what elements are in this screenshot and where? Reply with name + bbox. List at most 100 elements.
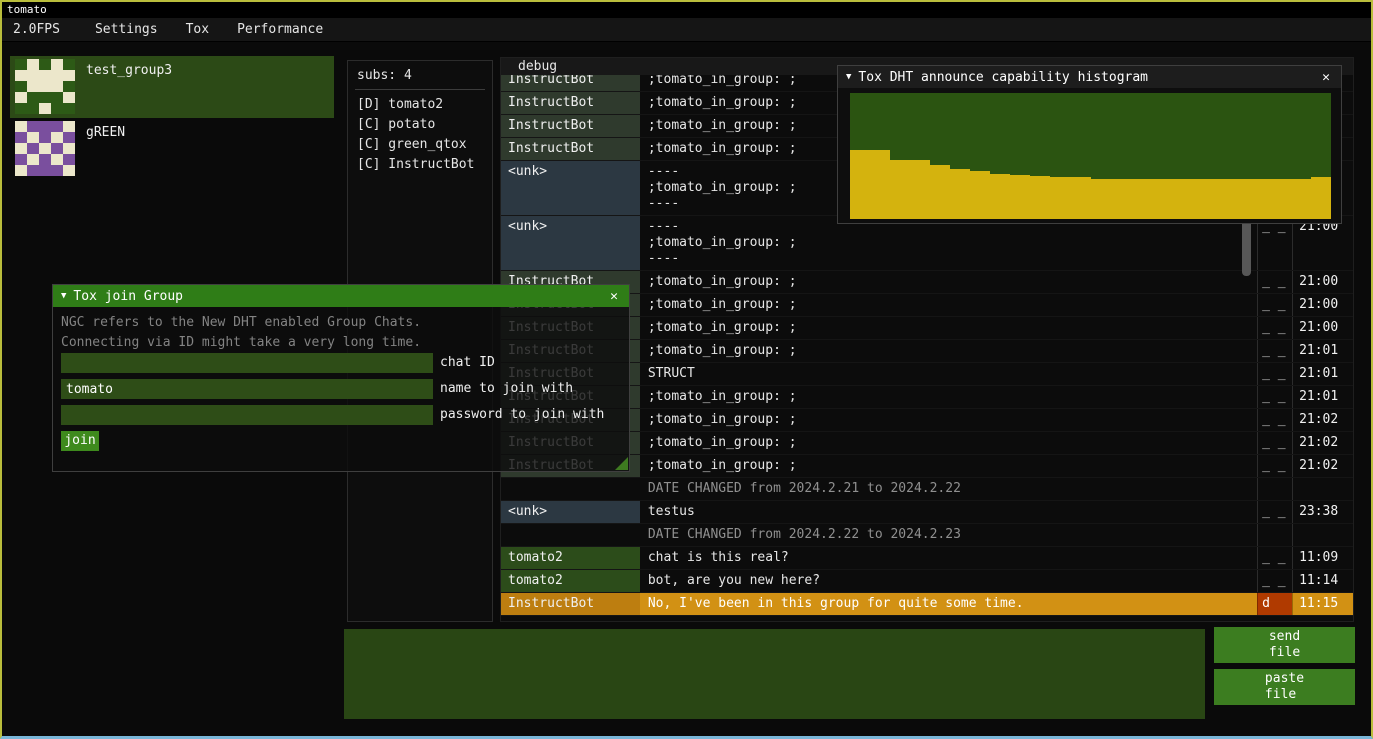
- histogram-bar: [1251, 179, 1271, 219]
- sender-name: [501, 524, 640, 546]
- message-text: DATE CHANGED from 2024.2.22 to 2024.2.23: [640, 524, 1257, 546]
- message-flags: _ _: [1257, 271, 1292, 293]
- join-field-input-2[interactable]: [61, 405, 433, 425]
- histogram-bar: [850, 150, 870, 219]
- message-text: chat is this real?: [640, 547, 1257, 569]
- close-icon[interactable]: ✕: [607, 289, 621, 304]
- histogram-plot: [850, 93, 1331, 219]
- message-time: 11:14: [1292, 570, 1353, 592]
- dht-histogram-titlebar: ▼ Tox DHT announce capability histogram …: [838, 66, 1341, 88]
- group-name: test_group3: [86, 59, 172, 115]
- sender-name: <unk>: [501, 501, 640, 523]
- message-flags: _ _: [1257, 216, 1292, 270]
- message-flags: _ _: [1257, 363, 1292, 385]
- join-field-input-1[interactable]: [61, 379, 433, 399]
- histogram-bar: [870, 150, 890, 219]
- window-titlebar: tomato: [2, 2, 1371, 18]
- message-text: STRUCT: [640, 363, 1257, 385]
- sender-name: tomato2: [501, 547, 640, 569]
- message-flags: _ _: [1257, 501, 1292, 523]
- join-button[interactable]: join: [61, 431, 99, 451]
- menu-bar: 2.0FPS Settings Tox Performance: [2, 18, 1371, 42]
- histogram-bar: [910, 160, 930, 219]
- message-time: 21:01: [1292, 363, 1353, 385]
- histogram-bar: [970, 171, 990, 219]
- histogram-bar: [1291, 179, 1311, 219]
- join-group-title: Tox join Group: [73, 289, 600, 304]
- member-item[interactable]: [C] InstructBot: [357, 155, 483, 175]
- join-field-label: chat ID: [440, 353, 495, 373]
- histogram-bar: [1151, 179, 1171, 219]
- message-text: No, I've been in this group for quite so…: [640, 593, 1257, 615]
- message-flags: _ _: [1257, 409, 1292, 431]
- group-avatar: [15, 59, 75, 114]
- message-flags: [1257, 524, 1292, 546]
- dht-histogram-title: Tox DHT announce capability histogram: [858, 70, 1312, 85]
- send-file-button[interactable]: send file: [1214, 627, 1355, 663]
- histogram-bar: [950, 169, 970, 219]
- message-time: 21:00: [1292, 216, 1353, 270]
- sender-name: InstructBot: [501, 92, 640, 114]
- message-flags: [1257, 478, 1292, 500]
- member-item[interactable]: [C] potato: [357, 115, 483, 135]
- message-time: [1292, 524, 1353, 546]
- message-time: 21:02: [1292, 409, 1353, 431]
- message-time: 21:00: [1292, 271, 1353, 293]
- member-item[interactable]: [C] green_qtox: [357, 135, 483, 155]
- member-item[interactable]: [D] tomato2: [357, 95, 483, 115]
- message-time: [1292, 478, 1353, 500]
- histogram-bar: [1311, 177, 1331, 219]
- join-field-row: chat ID: [61, 353, 495, 373]
- join-group-window: ▼ Tox join Group ✕ NGC refers to the New…: [52, 284, 630, 472]
- histogram-bar: [1171, 179, 1191, 219]
- chat-row: DATE CHANGED from 2024.2.22 to 2024.2.23: [501, 524, 1353, 547]
- message-flags: _ _: [1257, 317, 1292, 339]
- collapse-icon[interactable]: ▼: [846, 72, 851, 82]
- message-time: 21:02: [1292, 455, 1353, 477]
- histogram-bar: [1111, 179, 1131, 219]
- collapse-icon[interactable]: ▼: [61, 291, 66, 301]
- message-flags: _ _: [1257, 340, 1292, 362]
- histogram-bar: [1010, 175, 1030, 219]
- histogram-bar: [1091, 179, 1111, 219]
- menu-item-performance[interactable]: Performance: [223, 22, 337, 37]
- window-title: tomato: [7, 3, 47, 16]
- paste-file-button[interactable]: paste file: [1214, 669, 1355, 705]
- join-field-row: password to join with: [61, 405, 604, 425]
- sender-name: InstructBot: [501, 593, 640, 615]
- close-icon[interactable]: ✕: [1319, 70, 1333, 85]
- join-field-input-0[interactable]: [61, 353, 433, 373]
- join-info-line: NGC refers to the New DHT enabled Group …: [61, 313, 421, 333]
- chat-row: tomato2chat is this real?_ _11:09: [501, 547, 1353, 570]
- message-text: DATE CHANGED from 2024.2.21 to 2024.2.22: [640, 478, 1257, 500]
- histogram-bar: [1231, 179, 1251, 219]
- histogram-bar: [1071, 177, 1091, 219]
- message-flags: _ _: [1257, 386, 1292, 408]
- histogram-bar: [890, 160, 910, 219]
- message-time: 21:01: [1292, 386, 1353, 408]
- message-flags: _ _: [1257, 570, 1292, 592]
- message-input[interactable]: [344, 629, 1205, 719]
- message-text: ;tomato_in_group: ;: [640, 317, 1257, 339]
- message-time: 11:09: [1292, 547, 1353, 569]
- group-item[interactable]: test_group3: [10, 56, 334, 118]
- menu-item-tox[interactable]: Tox: [172, 22, 223, 37]
- members-separator: [355, 89, 485, 90]
- message-flags: _ _: [1257, 294, 1292, 316]
- message-time: 23:38: [1292, 501, 1353, 523]
- members-header: subs: 4: [357, 67, 483, 85]
- member-list: [D] tomato2[C] potato[C] green_qtox[C] I…: [357, 95, 483, 175]
- resize-grip-icon[interactable]: [615, 457, 628, 470]
- tab-debug[interactable]: debug: [518, 59, 557, 74]
- group-item[interactable]: gREEN: [10, 118, 334, 180]
- message-text: ;tomato_in_group: ;: [640, 432, 1257, 454]
- histogram-bar: [1211, 179, 1231, 219]
- sender-name: InstructBot: [501, 75, 640, 91]
- fps-counter: 2.0FPS: [2, 22, 71, 37]
- message-flags: _ _: [1257, 455, 1292, 477]
- sender-name: tomato2: [501, 570, 640, 592]
- histogram-bar: [1030, 176, 1050, 219]
- message-time: 21:00: [1292, 317, 1353, 339]
- menu-item-settings[interactable]: Settings: [81, 22, 172, 37]
- chat-row: <unk>testus_ _23:38: [501, 501, 1353, 524]
